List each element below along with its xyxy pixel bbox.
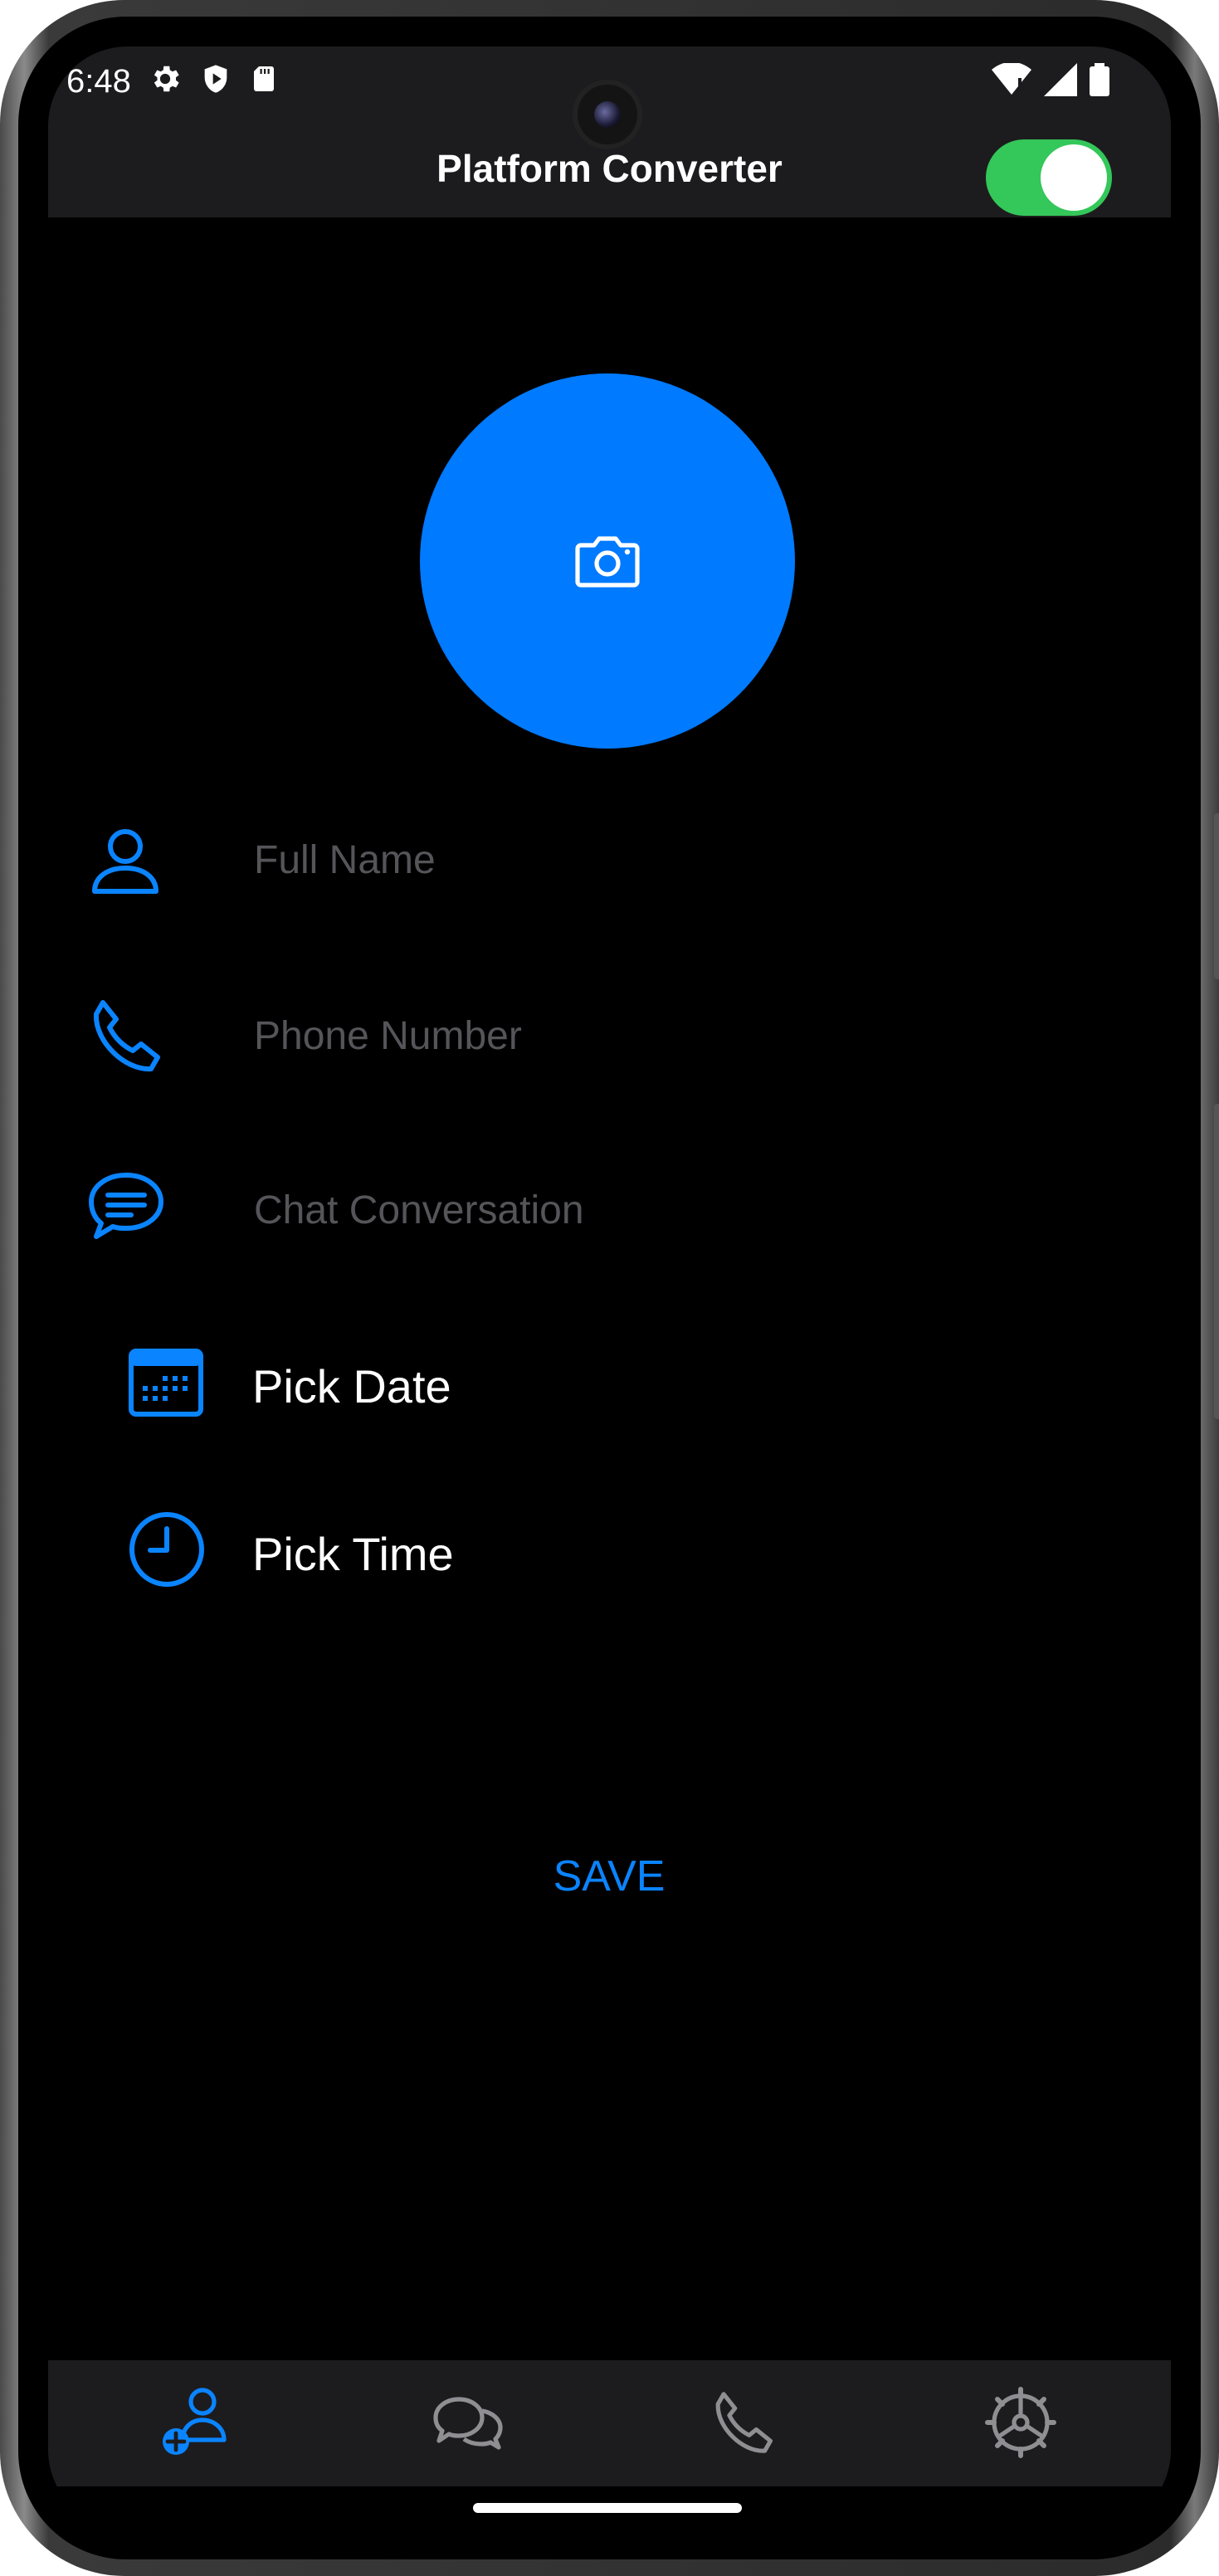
- side-button: [1214, 1104, 1219, 1419]
- person-icon: [92, 829, 158, 894]
- chat-bubble-icon: [89, 1173, 163, 1239]
- add-contact-icon: [163, 2388, 227, 2455]
- camera-icon: [575, 536, 640, 588]
- full-name-input[interactable]: [254, 810, 1084, 910]
- status-time: 6:48: [66, 63, 131, 100]
- gear-icon: [154, 66, 179, 92]
- full-name-row: [48, 810, 1171, 910]
- settings-icon: [985, 2387, 1056, 2458]
- signal-icon: [1044, 63, 1077, 96]
- toggle-knob: [1041, 144, 1107, 211]
- wifi-icon: [992, 63, 1031, 95]
- home-indicator[interactable]: [473, 2503, 742, 2513]
- bottom-tab-bar: [48, 2360, 1171, 2486]
- pick-time-row[interactable]: Pick Time: [48, 1499, 1171, 1598]
- sd-card-icon: [254, 66, 274, 91]
- tab-calls[interactable]: [694, 2377, 793, 2468]
- status-left-icons: [148, 61, 279, 96]
- phone-frame: 6:48 Platform Converter Full Name Phone …: [0, 0, 1219, 2576]
- clock-icon: [129, 1512, 204, 1587]
- phone-icon: [715, 2392, 773, 2453]
- pick-date-label: Pick Date: [252, 1360, 451, 1412]
- app-header: 6:48 Platform Converter: [48, 46, 1171, 217]
- bezel: 6:48 Platform Converter Full Name Phone …: [18, 17, 1201, 2559]
- phone-icon: [93, 1000, 160, 1072]
- chat-conversation-row: [48, 1160, 1171, 1260]
- volume-button: [1214, 813, 1219, 979]
- status-right-icons: [992, 63, 1109, 96]
- shield-play-icon: [204, 65, 227, 93]
- tab-settings[interactable]: [971, 2377, 1070, 2468]
- tab-add-contact[interactable]: [148, 2377, 247, 2468]
- save-button[interactable]: SAVE: [526, 1839, 692, 1914]
- battery-icon: [1090, 63, 1109, 96]
- pick-time-label: Pick Time: [252, 1528, 454, 1580]
- platform-toggle[interactable]: [986, 139, 1112, 216]
- screen: 6:48 Platform Converter Full Name Phone …: [48, 46, 1171, 2530]
- avatar-picker-button[interactable]: [420, 373, 795, 749]
- pick-date-row[interactable]: Pick Date: [48, 1331, 1171, 1431]
- chat-conversation-input[interactable]: [254, 1160, 1084, 1260]
- calendar-icon: [129, 1349, 203, 1417]
- phone-number-input[interactable]: [254, 986, 1084, 1086]
- tab-chats[interactable]: [418, 2377, 518, 2468]
- front-camera: [573, 80, 642, 149]
- phone-number-row: [48, 986, 1171, 1086]
- chats-icon: [433, 2397, 503, 2450]
